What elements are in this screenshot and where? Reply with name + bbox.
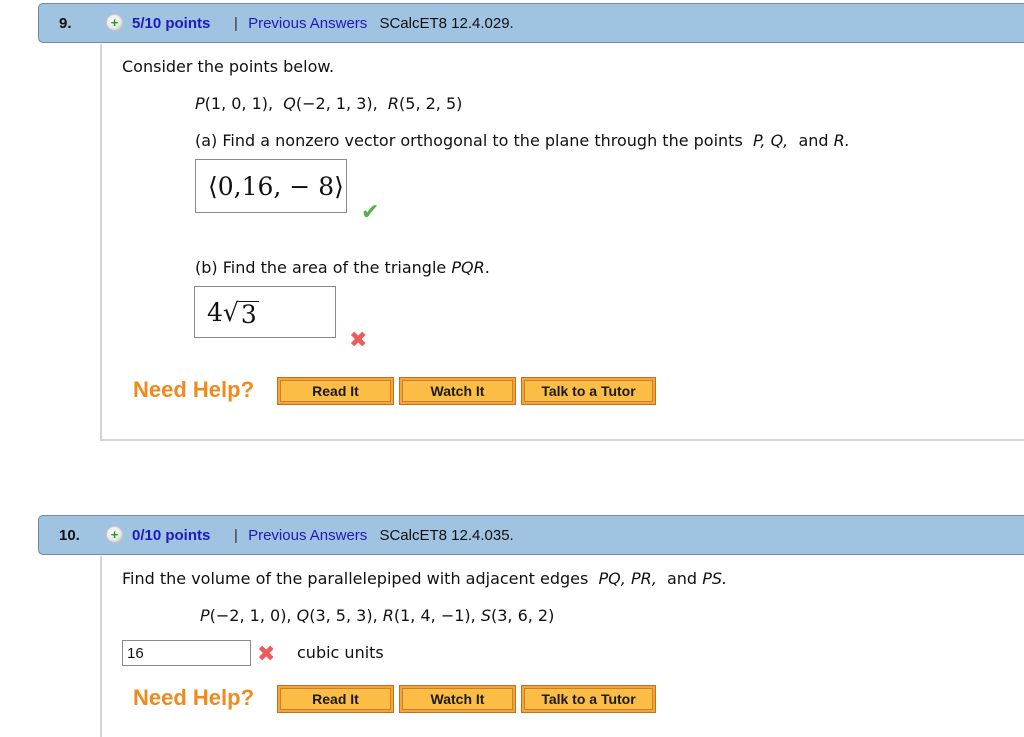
var-pq: PQ,	[598, 569, 626, 588]
read-it-button[interactable]: Read It	[277, 685, 394, 713]
expand-plus-icon[interactable]: +	[107, 527, 122, 542]
point-p-coords: (−2, 1, 0),	[209, 606, 292, 625]
part-b-answer-box[interactable]: 4 √ 3	[194, 286, 336, 338]
watch-it-label: Watch It	[402, 380, 513, 402]
previous-answers-link[interactable]: Previous Answers	[248, 527, 367, 544]
point-q-coords: (−2, 1, 3),	[295, 94, 378, 113]
var-pr: PR,	[630, 569, 657, 588]
point-q-coords: (3, 5, 3),	[309, 606, 378, 625]
points-given: P(−2, 1, 0), Q(3, 5, 3), R(1, 4, −1), S(…	[200, 606, 554, 625]
part-a-text: (a) Find a nonzero vector orthogonal to …	[195, 131, 743, 150]
radicand: 3	[238, 299, 259, 329]
point-s-coords: (3, 6, 2)	[490, 606, 555, 625]
talk-to-tutor-button[interactable]: Talk to a Tutor	[521, 377, 656, 405]
answer-coefficient: 4	[207, 297, 223, 327]
talk-to-tutor-label: Talk to a Tutor	[524, 380, 653, 402]
talk-to-tutor-button[interactable]: Talk to a Tutor	[521, 685, 656, 713]
volume-answer-input[interactable]	[122, 640, 251, 666]
expand-plus-icon[interactable]: +	[107, 15, 122, 30]
point-p-label: P	[195, 94, 205, 113]
question-code: SCalcET8 12.4.029.	[379, 14, 514, 32]
read-it-label: Read It	[280, 688, 391, 710]
part-a-answer-value: ⟨0,16, − 8⟩	[208, 171, 344, 201]
prompt-text: Find the volume of the parallelepiped wi…	[122, 569, 589, 588]
cross-icon: ✖	[257, 642, 276, 667]
question-prompt: Find the volume of the parallelepiped wi…	[122, 569, 727, 588]
need-help-label: Need Help?	[133, 377, 255, 402]
points-score: 5/10 points	[132, 14, 211, 32]
question-10-header: 10. + 0/10 points | Previous Answers SCa…	[38, 515, 1024, 555]
point-p-coords: (1, 0, 1),	[204, 94, 274, 113]
sqrt-symbol: √	[222, 297, 239, 327]
read-it-label: Read It	[280, 380, 391, 402]
point-q-label: Q	[283, 94, 296, 113]
need-help-label: Need Help?	[133, 685, 255, 710]
var-q: Q,	[770, 131, 789, 150]
question-prompt: Consider the points below.	[122, 57, 335, 76]
var-ps: PS.	[702, 569, 728, 588]
and-word: and	[798, 131, 829, 150]
watch-it-button[interactable]: Watch It	[399, 685, 516, 713]
question-code: SCalcET8 12.4.035.	[379, 526, 514, 544]
var-p: P,	[752, 131, 766, 150]
talk-to-tutor-label: Talk to a Tutor	[524, 688, 653, 710]
check-icon: ✔	[361, 200, 380, 225]
points-score: 0/10 points	[132, 526, 211, 544]
question-meta: | Previous Answers SCalcET8 12.4.029.	[234, 15, 514, 32]
point-p-label: P	[200, 606, 210, 625]
watch-it-label: Watch It	[402, 688, 513, 710]
part-b-text: (b) Find the area of the triangle	[195, 258, 447, 277]
point-q-label: Q	[296, 606, 310, 625]
units-label: cubic units	[297, 643, 384, 662]
cross-icon: ✖	[349, 328, 368, 353]
question-9-header: 9. + 5/10 points | Previous Answers SCal…	[38, 3, 1024, 43]
point-r-coords: (1, 4, −1),	[393, 606, 476, 625]
previous-answers-link[interactable]: Previous Answers	[248, 15, 367, 32]
question-meta: | Previous Answers SCalcET8 12.4.035.	[234, 527, 514, 544]
var-r: R.	[833, 131, 850, 150]
question-number: 9.	[59, 14, 72, 32]
point-s-label: S	[480, 606, 491, 625]
part-a-answer-box[interactable]: ⟨0,16, − 8⟩	[195, 159, 347, 213]
points-given: P(1, 0, 1), Q(−2, 1, 3), R(5, 2, 5)	[195, 94, 462, 113]
watch-it-button[interactable]: Watch It	[399, 377, 516, 405]
separator: |	[234, 526, 238, 544]
point-r-label: R	[382, 606, 394, 625]
and-word: and	[666, 569, 698, 588]
separator: |	[234, 14, 238, 32]
part-b-prompt: (b) Find the area of the triangle PQR.	[195, 258, 490, 277]
point-r-label: R	[387, 94, 400, 113]
var-pqr: PQR	[451, 258, 485, 277]
part-b-answer-value: 4 √ 3	[207, 298, 259, 327]
part-a-prompt: (a) Find a nonzero vector orthogonal to …	[195, 131, 850, 150]
question-number: 10.	[59, 526, 80, 544]
point-r-coords: (5, 2, 5)	[399, 94, 463, 113]
read-it-button[interactable]: Read It	[277, 377, 394, 405]
period: .	[484, 258, 490, 277]
